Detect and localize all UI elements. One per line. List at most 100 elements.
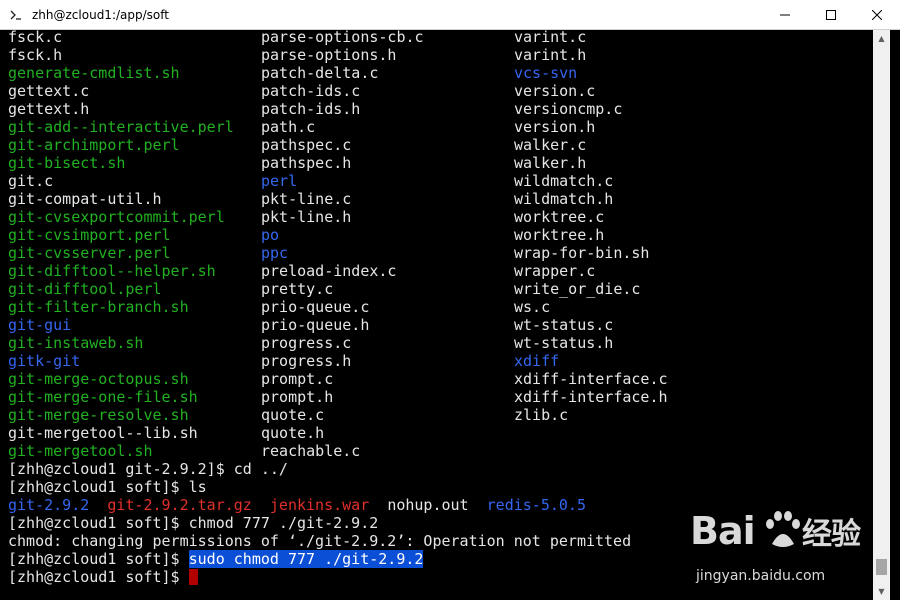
file-entry: git-compat-util.h	[8, 190, 162, 208]
file-entry: gettext.h	[8, 100, 90, 118]
file-entry: quote.c	[261, 406, 325, 424]
listing-row: git-add--interactive.perl path.c version.h	[8, 118, 873, 136]
svg-text:Bai: Bai	[690, 509, 755, 553]
file-entry: parse-options.h	[261, 46, 397, 64]
file-entry: version.h	[514, 118, 596, 136]
close-icon	[872, 10, 882, 20]
listing-row: git-archimport.perl pathspec.c walker.c	[8, 136, 873, 154]
file-entry: path.c	[261, 118, 316, 136]
file-entry: varint.h	[514, 46, 587, 64]
text-cursor	[188, 569, 198, 585]
file-entry: generate-cmdlist.sh	[8, 64, 180, 82]
file-entry: progress.h	[261, 352, 352, 370]
minimize-button[interactable]	[762, 0, 808, 30]
command-line-cd: [zhh@zcloud1 git-2.9.2]$ cd ../	[8, 460, 288, 478]
ls-entry: redis-5.0.5	[486, 496, 586, 514]
close-button[interactable]	[854, 0, 900, 30]
watermark-logo: Bai 经验	[690, 500, 880, 569]
file-entry: perl	[261, 172, 298, 190]
maximize-button[interactable]	[808, 0, 854, 30]
listing-row: git-difftool--helper.sh preload-index.c wr…	[8, 262, 873, 280]
file-entry: git-merge-one-file.sh	[8, 388, 198, 406]
file-entry: git-mergetool--lib.sh	[8, 424, 198, 442]
file-entry: git-cvsserver.perl	[8, 244, 171, 262]
file-entry: git-filter-branch.sh	[8, 298, 189, 316]
listing-row: gitk-git progress.h xdiff	[8, 352, 873, 370]
file-entry: version.c	[514, 82, 596, 100]
selected-command-text[interactable]: sudo chmod 777 ./git-2.9.2	[188, 550, 424, 568]
file-entry: git-merge-resolve.sh	[8, 406, 189, 424]
window-title: zhh@zcloud1:/app/soft	[32, 7, 169, 22]
terminal-app-icon	[9, 8, 23, 22]
file-entry: po	[261, 226, 280, 244]
file-entry: xdiff-interface.h	[514, 388, 668, 406]
file-entry: wt-status.h	[514, 334, 614, 352]
file-entry: parse-options-cb.c	[261, 28, 424, 46]
shell-prompt: [zhh@zcloud1 soft]$	[8, 550, 189, 568]
listing-row: git-difftool.perl pretty.c write_or_die.c	[8, 280, 873, 298]
file-entry: worktree.h	[514, 226, 605, 244]
file-entry: zlib.c	[514, 406, 569, 424]
ls-listing: fsck.c parse-options-cb.c varint.c fsck.h pa…	[8, 28, 873, 460]
listing-row: git.c perl wildmatch.c	[8, 172, 873, 190]
file-entry: pathspec.h	[261, 154, 352, 172]
listing-row: git-merge-octopus.sh prompt.c xdiff-interf…	[8, 370, 873, 388]
ls-entry: jenkins.war	[269, 496, 370, 514]
file-entry: patch-ids.h	[261, 100, 361, 118]
file-entry: git-gui	[8, 316, 72, 334]
listing-row: git-mergetool--lib.sh quote.h	[8, 424, 873, 442]
listing-row: generate-cmdlist.sh patch-delta.c vcs-svn	[8, 64, 873, 82]
listing-row: git-cvsexportcommit.perl pkt-line.h worktr…	[8, 208, 873, 226]
file-entry: ws.c	[514, 298, 551, 316]
file-entry: walker.h	[514, 154, 587, 172]
listing-row: fsck.c parse-options-cb.c varint.c	[8, 28, 873, 46]
listing-row: git-gui prio-queue.h wt-status.c	[8, 316, 873, 334]
file-entry: wt-status.c	[514, 316, 614, 334]
file-entry: xdiff-interface.c	[514, 370, 668, 388]
file-entry: git.c	[8, 172, 54, 190]
file-entry: varint.c	[514, 28, 587, 46]
file-entry: git-mergetool.sh	[8, 442, 153, 460]
ls-entry: git-2.9.2	[8, 496, 90, 514]
file-entry: prio-queue.c	[261, 298, 370, 316]
listing-row: git-merge-one-file.sh prompt.h xdiff-inter…	[8, 388, 873, 406]
file-entry: fsck.c	[8, 28, 63, 46]
file-entry: fsck.h	[8, 46, 63, 64]
command-line-ls: [zhh@zcloud1 soft]$ ls	[8, 478, 207, 496]
listing-row: git-mergetool.sh reachable.c	[8, 442, 873, 460]
ls-entry: git-2.9.2.tar.gz	[107, 496, 252, 514]
file-entry: git-merge-octopus.sh	[8, 370, 189, 388]
file-entry: gitk-git	[8, 352, 81, 370]
file-entry: versioncmp.c	[514, 100, 623, 118]
file-entry: walker.c	[514, 136, 587, 154]
scroll-up-button[interactable]: ▲	[873, 30, 890, 47]
file-entry: git-archimport.perl	[8, 136, 180, 154]
listing-row: git-merge-resolve.sh quote.c zlib.c	[8, 406, 873, 424]
file-entry: git-instaweb.sh	[8, 334, 144, 352]
listing-row: gettext.c patch-ids.c version.c	[8, 82, 873, 100]
svg-text:经验: 经验	[802, 517, 861, 552]
minimize-icon	[780, 14, 790, 16]
file-entry: wildmatch.h	[514, 190, 614, 208]
file-entry: preload-index.c	[261, 262, 397, 280]
listing-row: git-cvsimport.perl po worktree.h	[8, 226, 873, 244]
file-entry: git-add--interactive.perl	[8, 118, 234, 136]
listing-row: git-compat-util.h pkt-line.c wildmatch.h	[8, 190, 873, 208]
file-entry: pathspec.c	[261, 136, 352, 154]
shell-prompt: [zhh@zcloud1 soft]$	[8, 568, 189, 586]
file-entry: pretty.c	[261, 280, 334, 298]
file-entry: wrap-for-bin.sh	[514, 244, 650, 262]
file-entry: git-bisect.sh	[8, 154, 126, 172]
file-entry: prompt.c	[261, 370, 334, 388]
file-entry: xdiff	[514, 352, 560, 370]
file-entry: write_or_die.c	[514, 280, 641, 298]
file-entry: prompt.h	[261, 388, 334, 406]
file-entry: git-cvsimport.perl	[8, 226, 171, 244]
title-bar[interactable]: zhh@zcloud1:/app/soft	[0, 0, 900, 30]
file-entry: git-difftool.perl	[8, 280, 162, 298]
listing-row: gettext.h patch-ids.h versioncmp.c	[8, 100, 873, 118]
file-entry: reachable.c	[261, 442, 361, 460]
file-entry: gettext.c	[8, 82, 90, 100]
file-entry: pkt-line.h	[261, 208, 352, 226]
listing-row: git-filter-branch.sh prio-queue.c ws.c	[8, 298, 873, 316]
